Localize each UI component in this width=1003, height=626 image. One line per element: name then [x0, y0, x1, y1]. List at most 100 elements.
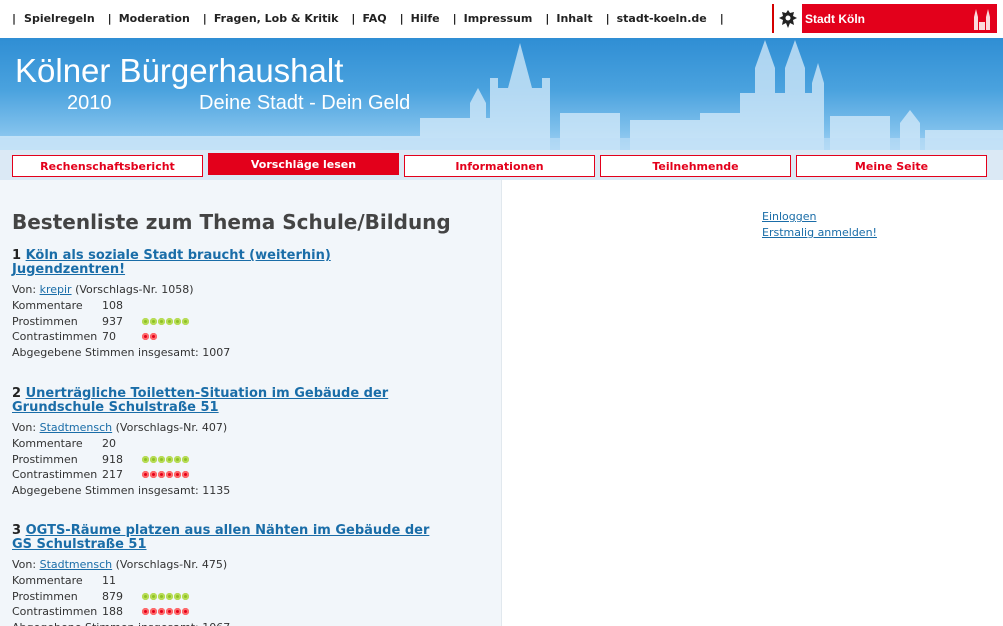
- contra-vote-dot-icon: [182, 608, 189, 616]
- by-label: Von:: [12, 558, 37, 571]
- proposal-rank: 1: [12, 248, 22, 263]
- top-navigation: | Spielregeln | Moderation | Fragen, Lob & …: [0, 0, 1003, 38]
- logo-text: Stadt Köln: [805, 11, 865, 26]
- main-tabs: Rechenschaftsbericht Vorschläge lesen In…: [0, 150, 1003, 180]
- contra-label: Contrastimmen: [12, 330, 98, 343]
- nav-separator: |: [107, 12, 112, 25]
- cathedral-icon: [974, 9, 990, 30]
- nav-link-feedback[interactable]: Fragen, Lob & Kritik: [214, 12, 339, 25]
- pro-label: Prostimmen: [12, 314, 78, 328]
- comments-count: 20: [102, 437, 116, 450]
- contra-count: 217: [102, 468, 123, 481]
- total-count: 1007: [202, 345, 231, 359]
- contra-vote-dot-icon: [142, 471, 149, 479]
- contra-vote-dot-icon: [174, 608, 181, 616]
- tab-rechenschaftsbericht[interactable]: Rechenschaftsbericht: [12, 155, 203, 177]
- contra-vote-dot-icon: [166, 471, 173, 479]
- contra-dots: [142, 471, 189, 479]
- pro-dots: [142, 592, 189, 600]
- author-link[interactable]: Stadtmensch: [40, 421, 113, 434]
- author-link[interactable]: krepir: [40, 283, 72, 296]
- pro-label: Prostimmen: [12, 452, 78, 466]
- contra-label: Contrastimmen: [12, 468, 98, 481]
- contra-vote-dot-icon: [166, 608, 173, 616]
- comments-label: Kommentare: [12, 574, 83, 587]
- pro-vote-dot-icon: [142, 455, 149, 463]
- main-content: Bestenliste zum Thema Schule/Bildung 1 K…: [0, 180, 502, 626]
- contra-label: Contrastimmen: [12, 605, 98, 618]
- nav-separator: |: [719, 12, 724, 25]
- contra-vote-dot-icon: [174, 471, 181, 479]
- pro-count: 879: [102, 589, 123, 603]
- contra-count: 70: [102, 330, 116, 343]
- proposal-title-link[interactable]: OGTS-Räume platzen aus allen Nähten im G…: [12, 523, 429, 552]
- proposal-rank: 2: [12, 386, 22, 401]
- nav-link-moderation[interactable]: Moderation: [119, 12, 190, 25]
- contra-count: 188: [102, 605, 123, 618]
- tab-meine-seite[interactable]: Meine Seite: [796, 155, 987, 177]
- contra-vote-dot-icon: [150, 333, 157, 341]
- contra-vote-dot-icon: [150, 608, 157, 616]
- contra-vote-dot-icon: [182, 471, 189, 479]
- nav-separator: |: [605, 12, 610, 25]
- nav-separator: |: [202, 12, 207, 25]
- pro-vote-dot-icon: [166, 455, 173, 463]
- total-label: Abgegebene Stimmen insgesamt:: [12, 345, 199, 359]
- by-label: Von:: [12, 421, 37, 434]
- comments-count: 11: [102, 574, 116, 587]
- proposal-number: (Vorschlags-Nr. 1058): [75, 283, 194, 296]
- contra-vote-dot-icon: [158, 608, 165, 616]
- nav-separator: |: [452, 12, 457, 25]
- author-link[interactable]: Stadtmensch: [40, 558, 113, 571]
- login-link[interactable]: Einloggen: [762, 209, 877, 225]
- pro-vote-dot-icon: [166, 317, 173, 325]
- pro-count: 918: [102, 452, 123, 466]
- pro-label: Prostimmen: [12, 589, 78, 603]
- contra-dots: [142, 608, 189, 616]
- stadt-koeln-logo[interactable]: Stadt Köln: [772, 4, 997, 33]
- proposal-number: (Vorschlags-Nr. 475): [115, 558, 228, 571]
- contra-vote-dot-icon: [142, 333, 149, 341]
- pro-vote-dot-icon: [174, 455, 181, 463]
- site-tagline: Deine Stadt - Dein Geld: [199, 92, 411, 114]
- pro-vote-dot-icon: [182, 455, 189, 463]
- pro-count: 937: [102, 314, 123, 328]
- nav-link-impressum[interactable]: Impressum: [464, 12, 533, 25]
- header-banner: Kölner Bürgerhaushalt 2010 Deine Stadt -…: [0, 38, 1003, 153]
- nav-separator: |: [12, 12, 17, 25]
- pro-vote-dot-icon: [142, 317, 149, 325]
- nav-link-faq[interactable]: FAQ: [362, 12, 386, 25]
- tab-teilnehmende[interactable]: Teilnehmende: [600, 155, 791, 177]
- pro-dots: [142, 317, 189, 325]
- pro-vote-dot-icon: [174, 317, 181, 325]
- pro-dots: [142, 455, 189, 463]
- nav-link-inhalt[interactable]: Inhalt: [556, 12, 592, 25]
- page-title: Bestenliste zum Thema Schule/Bildung: [12, 210, 451, 234]
- pro-vote-dot-icon: [150, 592, 157, 600]
- pro-vote-dot-icon: [182, 592, 189, 600]
- register-link[interactable]: Erstmalig anmelden!: [762, 225, 877, 241]
- tab-informationen[interactable]: Informationen: [404, 155, 595, 177]
- nav-link-hilfe[interactable]: Hilfe: [411, 12, 440, 25]
- nav-link-stadt-koeln[interactable]: stadt-koeln.de: [617, 12, 707, 25]
- nav-separator: |: [351, 12, 356, 25]
- proposal-title-link[interactable]: Köln als soziale Stadt braucht (weiterhi…: [12, 248, 331, 277]
- by-label: Von:: [12, 283, 37, 296]
- proposal-title-link[interactable]: Unerträgliche Toiletten-Situation im Geb…: [12, 386, 388, 415]
- contra-vote-dot-icon: [158, 471, 165, 479]
- proposal-number: (Vorschlags-Nr. 407): [115, 421, 228, 434]
- tab-vorschlaege-lesen[interactable]: Vorschläge lesen: [208, 153, 399, 175]
- contra-dots: [142, 333, 157, 341]
- comments-count: 108: [102, 299, 123, 312]
- total-label: Abgegebene Stimmen insgesamt:: [12, 483, 199, 497]
- pro-vote-dot-icon: [142, 592, 149, 600]
- nav-separator: |: [399, 12, 404, 25]
- proposal-item: 3 OGTS-Räume platzen aus allen Nähten im…: [12, 524, 442, 626]
- pro-vote-dot-icon: [158, 317, 165, 325]
- pro-vote-dot-icon: [158, 455, 165, 463]
- pro-vote-dot-icon: [182, 317, 189, 325]
- nav-link-spielregeln[interactable]: Spielregeln: [24, 12, 95, 25]
- total-count: 1135: [202, 483, 231, 497]
- contra-vote-dot-icon: [142, 608, 149, 616]
- total-count: 1067: [202, 620, 230, 626]
